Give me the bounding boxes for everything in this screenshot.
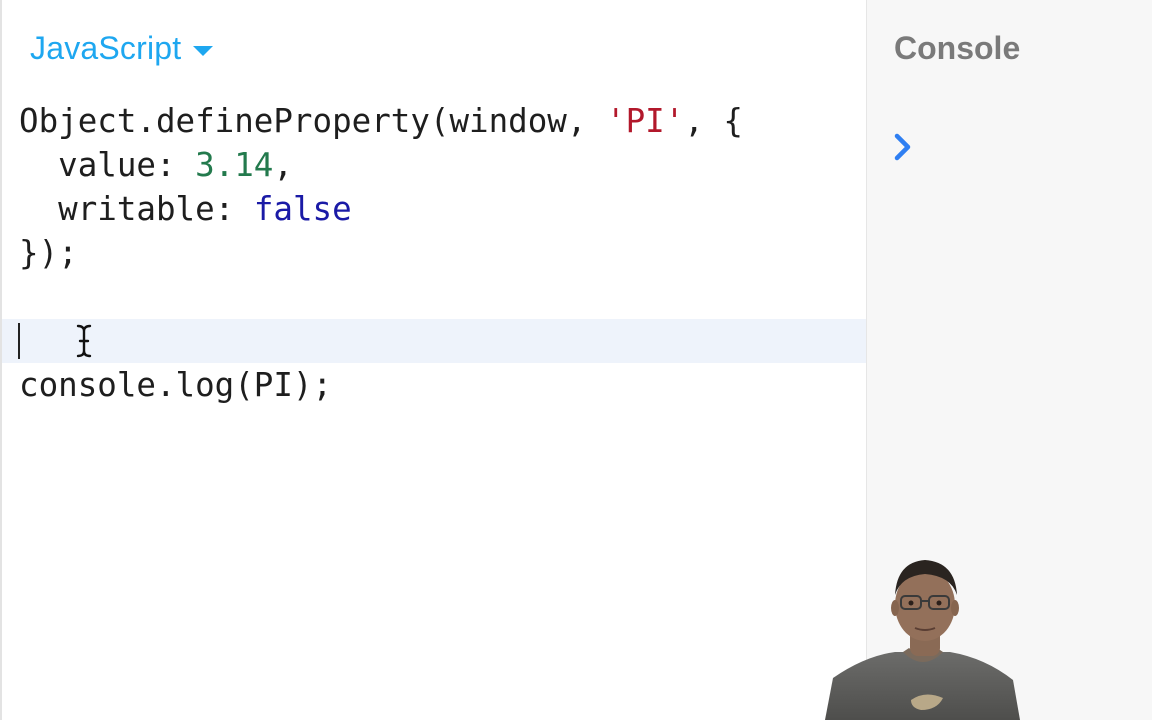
ibeam-cursor-icon bbox=[76, 324, 92, 358]
code-line[interactable]: console.log(PI); bbox=[2, 363, 868, 407]
code-line[interactable]: }); bbox=[2, 231, 868, 275]
code-editor[interactable]: Object.defineProperty(window, 'PI', { va… bbox=[2, 99, 868, 407]
console-title: Console bbox=[894, 30, 1021, 66]
code-token: value: bbox=[19, 146, 196, 184]
code-line[interactable]: value: 3.14, bbox=[2, 143, 868, 187]
language-selector[interactable]: JavaScript bbox=[30, 30, 214, 67]
language-label: JavaScript bbox=[30, 30, 182, 66]
code-token: 'PI' bbox=[606, 102, 685, 140]
text-cursor bbox=[18, 323, 20, 359]
app-window: JavaScript Object.defineProperty(window,… bbox=[0, 0, 1152, 720]
code-token: console.log(PI); bbox=[19, 366, 333, 404]
code-token: Object.defineProperty(window, bbox=[19, 102, 606, 140]
code-line[interactable]: writable: false bbox=[2, 187, 868, 231]
caret-down-icon bbox=[193, 45, 214, 56]
code-token: writable: bbox=[19, 190, 254, 228]
active-code-line[interactable] bbox=[2, 319, 868, 363]
code-line[interactable]: Object.defineProperty(window, 'PI', { bbox=[2, 99, 868, 143]
code-token: , { bbox=[684, 102, 743, 140]
chevron-right-icon bbox=[894, 133, 911, 161]
code-token: }); bbox=[19, 234, 78, 272]
code-editor-pane: JavaScript Object.defineProperty(window,… bbox=[0, 0, 868, 720]
webcam-presenter-image bbox=[825, 560, 1020, 720]
code-token: 3.14 bbox=[195, 146, 274, 184]
code-token: , bbox=[273, 146, 293, 184]
code-line[interactable] bbox=[2, 275, 868, 319]
code-token: false bbox=[253, 190, 352, 228]
